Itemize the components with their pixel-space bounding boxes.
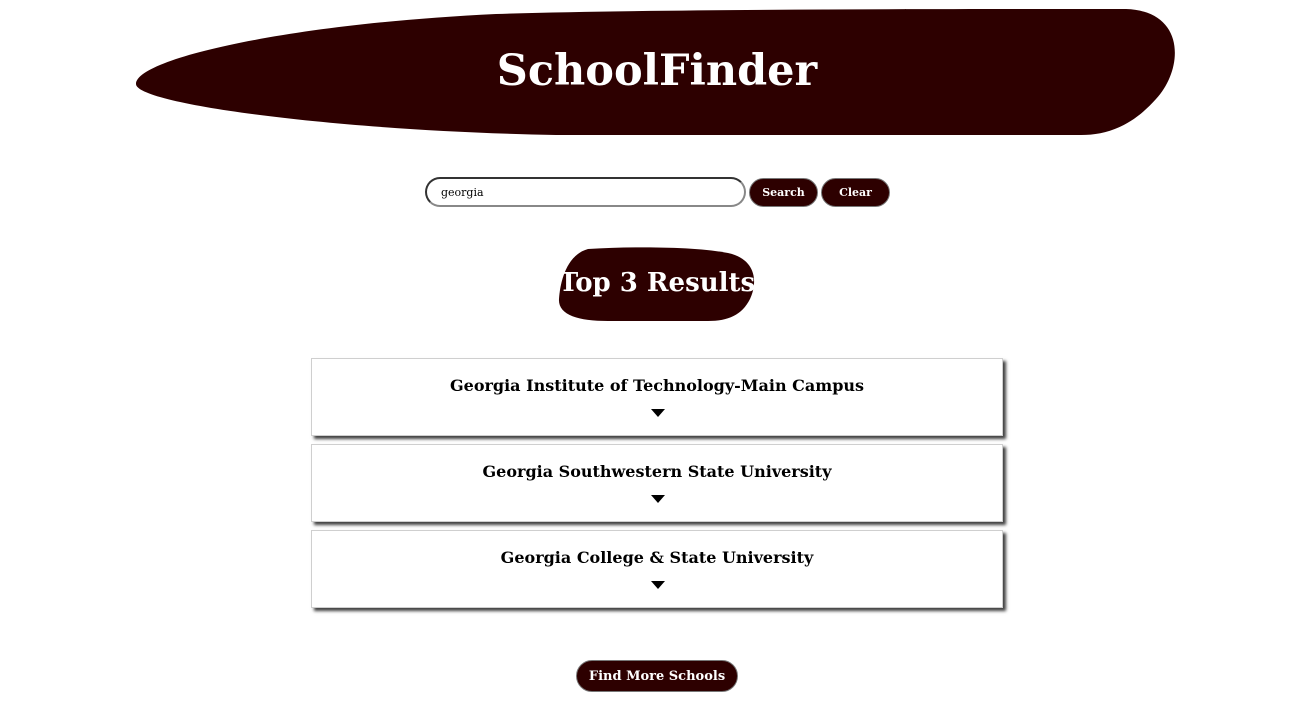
- result-card[interactable]: Georgia Southwestern State University: [311, 444, 1003, 522]
- search-input[interactable]: [425, 177, 746, 207]
- site-title: SchoolFinder: [496, 46, 818, 96]
- results-heading: Top 3 Results: [558, 268, 756, 298]
- app-root: SchoolFinder Search Clear Top 3 Results …: [0, 0, 1315, 713]
- school-name: Georgia Institute of Technology-Main Cam…: [449, 376, 865, 395]
- results-heading-badge: Top 3 Results: [558, 247, 756, 321]
- chevron-down-icon[interactable]: [651, 494, 665, 503]
- search-bar: Search Clear: [425, 177, 890, 207]
- search-button[interactable]: Search: [749, 177, 818, 207]
- school-name: Georgia College & State University: [500, 548, 814, 567]
- find-more-schools-button[interactable]: Find More Schools: [576, 660, 738, 692]
- site-header: SchoolFinder: [136, 9, 1178, 135]
- school-name: Georgia Southwestern State University: [482, 462, 832, 481]
- chevron-down-icon[interactable]: [651, 580, 665, 589]
- result-card[interactable]: Georgia College & State University: [311, 530, 1003, 608]
- results-list: Georgia Institute of Technology-Main Cam…: [311, 358, 1003, 616]
- clear-button[interactable]: Clear: [821, 177, 890, 207]
- result-card[interactable]: Georgia Institute of Technology-Main Cam…: [311, 358, 1003, 436]
- chevron-down-icon[interactable]: [651, 408, 665, 417]
